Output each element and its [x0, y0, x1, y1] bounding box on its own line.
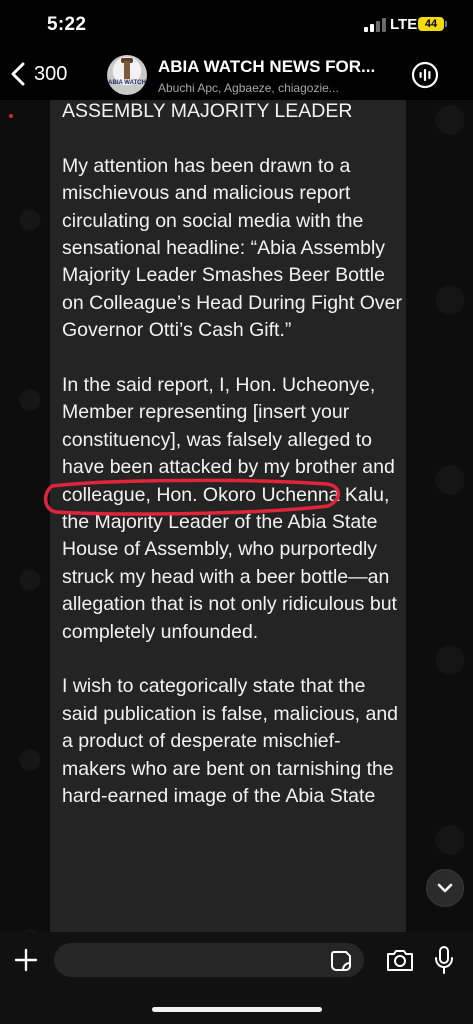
avatar-label: ABIA WATCH [108, 80, 146, 86]
network-type: LTE [390, 16, 418, 33]
message-input[interactable] [54, 943, 364, 977]
signal-icon [364, 18, 386, 32]
message-paragraph: I wish to categorically state that the s… [62, 675, 399, 808]
group-members[interactable]: Abuchi Apc, Agbaeze, chiagozie... [158, 81, 408, 95]
battery-tip [445, 21, 447, 27]
camera-icon[interactable] [385, 947, 415, 973]
message-paragraph: My attention has been drawn to a mischie… [62, 154, 402, 342]
voice-chat-icon[interactable] [410, 60, 440, 90]
group-avatar[interactable]: ABIA WATCH [107, 55, 147, 95]
attach-plus-icon[interactable] [12, 946, 40, 974]
battery-icon: 44 [418, 17, 444, 31]
unread-count: 300 [34, 62, 68, 85]
chevron-left-icon [11, 62, 25, 86]
unread-dot [9, 114, 13, 118]
scroll-to-bottom-button[interactable] [426, 869, 464, 907]
message-paragraph: In the said report, I, Hon. Ucheonye, Me… [62, 374, 397, 643]
microphone-icon[interactable] [434, 945, 454, 975]
chevron-down-icon [437, 883, 453, 893]
message-text: ASSEMBLY MAJORITY LEADER My attention ha… [62, 100, 402, 838]
chat-header: 300 ABIA WATCH ABIA WATCH NEWS FOR... Ab… [0, 50, 473, 100]
message-heading: ASSEMBLY MAJORITY LEADER [62, 100, 353, 122]
sticker-icon[interactable] [330, 950, 352, 972]
status-bar: 5:22 LTE 44 [0, 0, 473, 50]
group-title[interactable]: ABIA WATCH NEWS FOR... [158, 57, 408, 77]
message-bubble[interactable]: ASSEMBLY MAJORITY LEADER My attention ha… [50, 100, 406, 932]
home-indicator [152, 1007, 322, 1012]
back-button[interactable]: 300 [10, 56, 67, 92]
status-time: 5:22 [47, 14, 87, 35]
